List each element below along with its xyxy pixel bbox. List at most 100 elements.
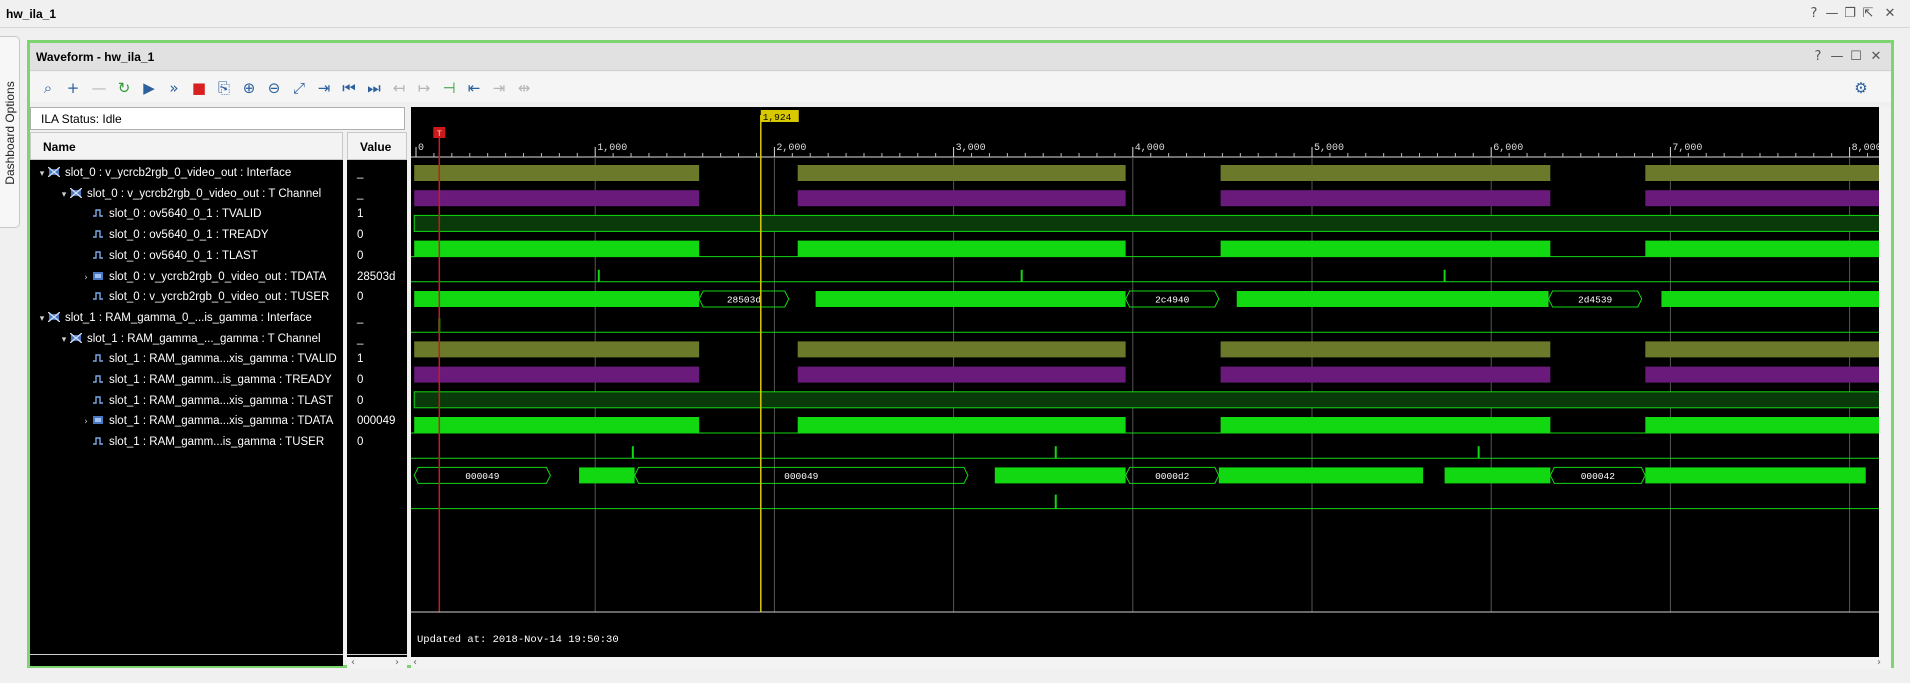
signal-row[interactable]: ▾ slot_1 : RAM_gamma_..._gamma : T Channe…	[58, 329, 343, 349]
panel-help-button[interactable]: ?	[1810, 49, 1826, 65]
panel-maximize-button[interactable]: ☐	[1848, 49, 1864, 65]
signal-value: 1	[357, 208, 364, 221]
minimize-button[interactable]: —	[1824, 6, 1840, 22]
float-button[interactable]: ⇱	[1860, 6, 1876, 22]
name-column-header[interactable]: Name	[30, 132, 343, 160]
ruler-tick-label: 8,000	[1852, 143, 1879, 154]
previous-transition-icon[interactable]: ↤	[388, 77, 410, 99]
signal-row[interactable]: slot_0 : ov5640_0_1 : TREADY	[80, 225, 343, 245]
channel-activity-bar	[797, 366, 1126, 383]
bit-signal-icon	[92, 226, 104, 238]
restore-button[interactable]: ❐	[1842, 6, 1858, 22]
signal-name: slot_0 : ov5640_0_1 : TVALID	[109, 208, 262, 221]
settings-gear-icon[interactable]: ⚙	[1850, 77, 1872, 99]
waveform-panel: Waveform - hw_ila_1 ? — ☐ ✕ ⌕ + — ↻ ▶» ■ ⎘ ⊕ ⊖ ⤢ ⇥…	[27, 40, 1894, 669]
scroll-right-icon[interactable]: ›	[395, 657, 399, 668]
tready-high-bar	[797, 417, 1126, 433]
expand-toggle-icon[interactable]: ▾	[36, 309, 48, 328]
go-to-end-icon[interactable]: ⏭	[363, 77, 385, 99]
signal-value: 0	[357, 229, 364, 242]
ruler-tick-label: 6,000	[1493, 143, 1523, 154]
value-column-header[interactable]: Value	[347, 132, 407, 160]
go-to-start-icon[interactable]: ⏮	[338, 77, 360, 99]
bus-dense-activity	[1236, 291, 1549, 307]
bus-dense-activity	[1661, 291, 1879, 307]
expand-toggle-icon[interactable]: ›	[80, 268, 92, 287]
bus-signal-icon	[92, 412, 104, 425]
expand-toggle-icon[interactable]: ▾	[58, 330, 70, 349]
interface-signal-icon	[47, 309, 61, 323]
ruler-tick-label: 5,000	[1314, 143, 1344, 154]
panel-header: Waveform - hw_ila_1 ? — ☐ ✕	[30, 43, 1891, 71]
auto-retrigger-icon[interactable]: »	[163, 77, 185, 99]
expand-toggle-icon[interactable]: ›	[80, 412, 92, 431]
remove-probe-icon[interactable]: —	[88, 77, 110, 99]
ruler-tick-label: 0	[418, 143, 424, 154]
signal-value: _	[357, 311, 364, 324]
signal-name: slot_0 : v_ycrcb2rgb_0_video_out : T Cha…	[87, 187, 322, 200]
signal-row[interactable]: slot_0 : v_ycrcb2rgb_0_video_out : TUSER	[80, 287, 343, 307]
panel-minimize-button[interactable]: —	[1829, 49, 1845, 65]
cursor-label: 1,924	[763, 112, 792, 123]
export-icon[interactable]: ⎘	[213, 77, 235, 99]
expand-toggle-icon[interactable]: ▾	[58, 185, 70, 204]
ruler-tick-label: 1,000	[597, 143, 627, 154]
add-probe-icon[interactable]: +	[62, 77, 84, 99]
close-button[interactable]: ✕	[1882, 6, 1898, 22]
signal-row[interactable]: slot_1 : RAM_gamm...is_gamma : TREADY	[80, 370, 343, 390]
signal-value: 1	[357, 353, 364, 366]
channel-activity-bar	[797, 190, 1126, 207]
run-trigger-immediate-icon[interactable]: ↻	[113, 77, 135, 99]
zoom-in-icon[interactable]: ⊕	[238, 77, 260, 99]
channel-activity-bar	[1220, 366, 1551, 383]
updated-at-label: Updated at: 2018-Nov-14 19:50:30	[417, 634, 619, 646]
signal-row[interactable]: slot_1 : RAM_gamma...xis_gamma : TVALID	[80, 349, 343, 369]
signal-name: slot_0 : ov5640_0_1 : TREADY	[109, 229, 269, 242]
go-to-cursor-icon[interactable]: ⇥	[313, 77, 335, 99]
dashboard-options-tab[interactable]: Dashboard Options	[0, 36, 20, 228]
signal-name: slot_1 : RAM_gamma...xis_gamma : TVALID	[109, 353, 337, 366]
previous-marker-icon[interactable]: ⇤	[463, 77, 485, 99]
tready-high-bar	[414, 417, 700, 433]
next-transition-icon[interactable]: ↦	[413, 77, 435, 99]
bus-value-label: 28503d	[727, 295, 761, 306]
zoom-fit-icon[interactable]: ⤢	[288, 77, 310, 99]
stop-trigger-icon[interactable]: ■	[188, 77, 210, 99]
signal-row[interactable]: › slot_1 : RAM_gamma...xis_gamma : TDATA	[80, 411, 343, 431]
waveform-vertical-scrollbar[interactable]	[1879, 107, 1891, 657]
signal-row[interactable]: slot_0 : ov5640_0_1 : TLAST	[80, 246, 343, 266]
waveform-horizontal-scrollbar[interactable]: ‹ ›	[411, 657, 1891, 669]
channel-activity-bar	[1220, 190, 1551, 207]
expand-toggle-icon[interactable]: ▾	[36, 164, 48, 183]
wave-scroll-left-icon[interactable]: ‹	[413, 657, 417, 668]
zoom-out-icon[interactable]: ⊖	[263, 77, 285, 99]
signal-row[interactable]: ▾ slot_1 : RAM_gamma_0_...is_gamma : Inte…	[36, 308, 343, 328]
scroll-left-icon[interactable]: ‹	[351, 657, 355, 668]
tready-high-bar	[1645, 417, 1879, 433]
interface-activity-bar	[1645, 165, 1879, 181]
search-icon[interactable]: ⌕	[37, 77, 59, 99]
wave-scroll-right-icon[interactable]: ›	[1877, 657, 1881, 668]
interface-activity-bar	[797, 165, 1126, 181]
help-button[interactable]: ?	[1806, 6, 1822, 22]
next-marker-icon[interactable]: ⇥	[488, 77, 510, 99]
signal-value: 0	[357, 436, 364, 449]
waveform-canvas[interactable]: 0 1,000 2,000 3,000 4,000 5,000 6,000 7,000 8,00…	[411, 107, 1891, 657]
signal-value: _	[357, 332, 364, 345]
signal-row[interactable]: ▾ slot_0 : v_ycrcb2rgb_0_video_out : T Ch…	[58, 184, 343, 204]
bus-signal-icon	[92, 268, 104, 280]
swap-cursors-icon[interactable]: ⇹	[513, 77, 535, 99]
value-horizontal-scrollbar[interactable]: ‹ ›	[347, 657, 407, 669]
add-marker-icon[interactable]: ⊣	[438, 77, 460, 99]
signal-row[interactable]: slot_1 : RAM_gamma...xis_gamma : TLAST	[80, 391, 343, 411]
signal-name: slot_0 : v_ycrcb2rgb_0_video_out : TDATA	[109, 270, 327, 283]
signal-row[interactable]: slot_0 : ov5640_0_1 : TVALID	[80, 204, 343, 224]
signal-name: slot_1 : RAM_gamma...xis_gamma : TLAST	[109, 394, 334, 407]
signal-row[interactable]: › slot_0 : v_ycrcb2rgb_0_video_out : TDAT…	[80, 267, 343, 287]
signal-value: _	[357, 187, 364, 200]
signal-row[interactable]: ▾ slot_0 : v_ycrcb2rgb_0_video_out : Inte…	[36, 163, 343, 183]
interface-activity-bar	[414, 341, 700, 358]
run-trigger-icon[interactable]: ▶	[138, 77, 160, 99]
panel-close-button[interactable]: ✕	[1868, 49, 1884, 65]
signal-row[interactable]: slot_1 : RAM_gamm...is_gamma : TUSER	[80, 432, 343, 452]
